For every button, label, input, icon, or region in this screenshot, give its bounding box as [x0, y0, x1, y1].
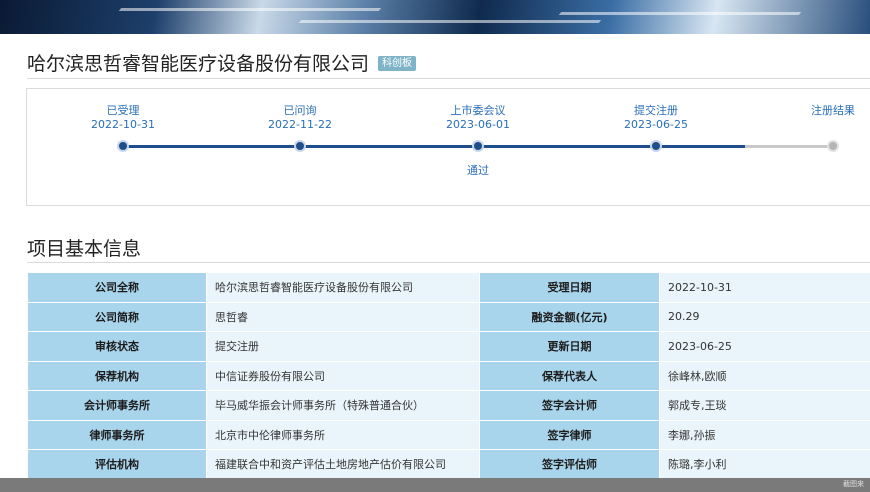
field-label: 签字律师 [479, 419, 660, 450]
field-value: 2023-06-25 [659, 331, 870, 362]
table-row: 公司简称 思哲睿 融资金额(亿元) 20.29 [27, 301, 870, 332]
step-dot-inquired [294, 140, 306, 152]
step-date-submit-registration: 2023-06-25 [624, 118, 688, 131]
step-dot-accepted [117, 140, 129, 152]
field-value: 提交注册 [206, 331, 480, 362]
field-value: 徐峰林,欧顺 [659, 360, 870, 391]
table-row: 公司全称 哈尔滨思哲睿智能医疗设备股份有限公司 受理日期 2022-10-31 [27, 272, 870, 303]
step-date-accepted: 2022-10-31 [91, 118, 155, 131]
field-label: 审核状态 [27, 331, 207, 362]
step-dot-listing-committee [472, 140, 484, 152]
field-value: 郭成专,王琰 [659, 390, 870, 421]
field-label: 公司简称 [27, 301, 207, 332]
project-info-table: 公司全称 哈尔滨思哲睿智能医疗设备股份有限公司 受理日期 2022-10-31 … [27, 272, 870, 480]
step-note-listing-committee: 通过 [467, 164, 489, 177]
step-label-submit-registration: 提交注册 [634, 104, 678, 117]
field-value: 陈璐,李小利 [659, 449, 870, 480]
table-row: 会计师事务所 毕马威华振会计师事务所（特殊普通合伙） 签字会计师 郭成专,王琰 [27, 390, 870, 421]
field-label: 签字评估师 [479, 449, 660, 480]
table-row: 评估机构 福建联合中和资产评估土地房地产估价有限公司 签字评估师 陈璐,李小利 [27, 449, 870, 480]
step-date-inquired: 2022-11-22 [268, 118, 332, 131]
step-label-registration-result: 注册结果 [811, 104, 855, 117]
table-row: 保荐机构 中信证券股份有限公司 保荐代表人 徐峰林,欧顺 [27, 360, 870, 391]
field-label: 保荐机构 [27, 360, 207, 391]
step-label-accepted: 已受理 [106, 104, 140, 117]
field-label: 签字会计师 [479, 390, 660, 421]
field-label: 公司全称 [27, 272, 207, 303]
field-value: 北京市中伦律师事务所 [206, 419, 480, 450]
field-label: 保荐代表人 [479, 360, 660, 391]
board-badge: 科创板 [378, 56, 416, 71]
field-label: 融资金额(亿元) [479, 301, 660, 332]
section-title: 项目基本信息 [27, 238, 142, 260]
watermark: 截图来 [843, 480, 864, 488]
step-dot-submit-registration [650, 140, 662, 152]
header-banner [0, 0, 870, 34]
progress-track-pending [745, 145, 833, 148]
title-divider [27, 78, 870, 79]
field-value: 福建联合中和资产评估土地房地产估价有限公司 [206, 449, 480, 480]
field-value: 李娜,孙振 [659, 419, 870, 450]
step-label-listing-committee: 上市委会议 [450, 104, 506, 117]
field-value: 2022-10-31 [659, 272, 870, 303]
table-row: 审核状态 提交注册 更新日期 2023-06-25 [27, 331, 870, 362]
field-value: 哈尔滨思哲睿智能医疗设备股份有限公司 [206, 272, 480, 303]
field-label: 会计师事务所 [27, 390, 207, 421]
field-label: 受理日期 [479, 272, 660, 303]
step-dot-registration-result [827, 140, 839, 152]
field-label: 律师事务所 [27, 419, 207, 450]
bottom-bar: 截图来 [0, 478, 870, 492]
field-value: 毕马威华振会计师事务所（特殊普通合伙） [206, 390, 480, 421]
field-value: 20.29 [659, 301, 870, 332]
company-title: 哈尔滨思哲睿智能医疗设备股份有限公司 [27, 53, 370, 75]
field-value: 中信证券股份有限公司 [206, 360, 480, 391]
step-date-listing-committee: 2023-06-01 [446, 118, 510, 131]
field-value: 思哲睿 [206, 301, 480, 332]
field-label: 评估机构 [27, 449, 207, 480]
step-label-inquired: 已问询 [283, 104, 317, 117]
table-row: 律师事务所 北京市中伦律师事务所 签字律师 李娜,孙振 [27, 419, 870, 450]
field-label: 更新日期 [479, 331, 660, 362]
section-divider [27, 262, 870, 263]
